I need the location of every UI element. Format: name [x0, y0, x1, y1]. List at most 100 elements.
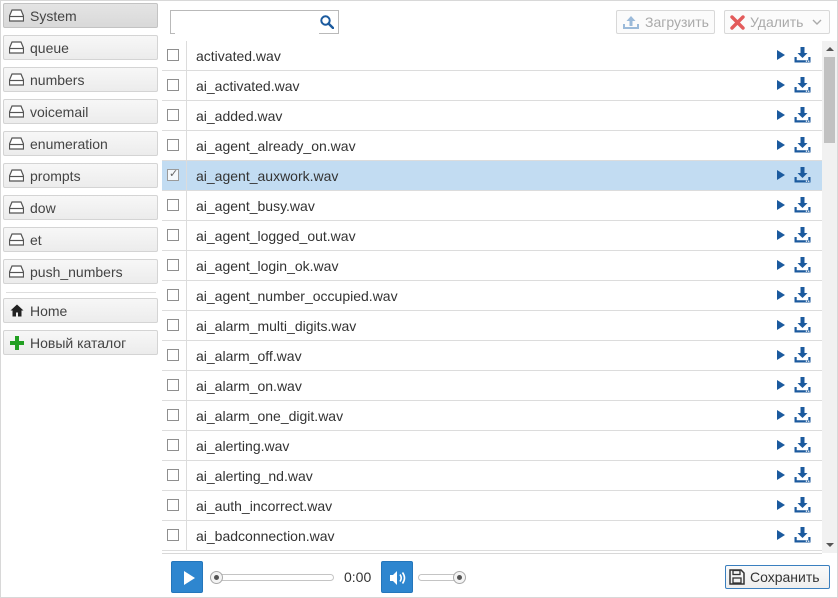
play-icon[interactable]: [777, 200, 785, 210]
table-row[interactable]: ai_agent_login_ok.wav: [162, 251, 822, 281]
download-icon[interactable]: [794, 107, 811, 126]
play-icon[interactable]: [777, 170, 785, 180]
search-icon[interactable]: [320, 15, 335, 32]
play-icon[interactable]: [777, 110, 785, 120]
row-checkbox[interactable]: [167, 529, 179, 541]
download-icon[interactable]: [794, 257, 811, 276]
download-icon[interactable]: [794, 227, 811, 246]
download-icon[interactable]: [794, 377, 811, 396]
volume-button[interactable]: [381, 561, 413, 593]
seek-slider[interactable]: [210, 574, 334, 581]
table-row[interactable]: ai_agent_busy.wav: [162, 191, 822, 221]
row-checkbox[interactable]: ✓: [167, 168, 179, 181]
row-checkbox[interactable]: [167, 229, 179, 241]
table-row[interactable]: ai_alarm_off.wav: [162, 341, 822, 371]
play-icon[interactable]: [777, 410, 785, 420]
download-icon[interactable]: [794, 407, 811, 426]
drive-icon: [9, 265, 24, 279]
table-row[interactable]: ai_alarm_on.wav: [162, 371, 822, 401]
table-row[interactable]: activated.wav: [162, 41, 822, 71]
download-icon[interactable]: [794, 77, 811, 96]
download-icon[interactable]: [794, 467, 811, 486]
folder-prompts[interactable]: prompts: [3, 163, 158, 188]
row-checkbox[interactable]: [167, 49, 179, 61]
scroll-thumb[interactable]: [824, 57, 835, 143]
file-name: ai_agent_auxwork.wav: [196, 168, 339, 184]
row-checkbox[interactable]: [167, 199, 179, 211]
delete-button[interactable]: Удалить: [724, 10, 830, 34]
play-button[interactable]: [171, 561, 203, 593]
table-row[interactable]: ai_added.wav: [162, 101, 822, 131]
play-icon[interactable]: [777, 530, 785, 540]
new-folder-button[interactable]: Новый каталог: [3, 330, 158, 355]
table-row[interactable]: ai_alerting.wav: [162, 431, 822, 461]
folder-enumeration[interactable]: enumeration: [3, 131, 158, 156]
row-checkbox[interactable]: [167, 469, 179, 481]
row-checkbox[interactable]: [167, 109, 179, 121]
play-icon[interactable]: [777, 440, 785, 450]
download-icon[interactable]: [794, 497, 811, 516]
table-row[interactable]: ai_agent_number_occupied.wav: [162, 281, 822, 311]
row-checkbox[interactable]: [167, 349, 179, 361]
play-icon[interactable]: [777, 50, 785, 60]
volume-handle[interactable]: [453, 571, 466, 584]
play-icon[interactable]: [777, 470, 785, 480]
table-row[interactable]: ai_agent_logged_out.wav: [162, 221, 822, 251]
folder-dow[interactable]: dow: [3, 195, 158, 220]
table-row[interactable]: ai_alarm_multi_digits.wav: [162, 311, 822, 341]
home-button[interactable]: Home: [3, 298, 158, 323]
download-icon[interactable]: [794, 137, 811, 156]
column-divider: [186, 341, 187, 370]
row-checkbox[interactable]: [167, 289, 179, 301]
download-icon[interactable]: [794, 527, 811, 546]
download-icon[interactable]: [794, 47, 811, 66]
file-name: ai_alerting.wav: [196, 438, 290, 454]
download-icon[interactable]: [794, 287, 811, 306]
download-icon[interactable]: [794, 167, 811, 186]
play-icon[interactable]: [777, 80, 785, 90]
table-row[interactable]: ai_badconnection.wav: [162, 521, 822, 551]
table-row[interactable]: ai_auth_incorrect.wav: [162, 491, 822, 521]
download-icon[interactable]: [794, 347, 811, 366]
download-icon[interactable]: [794, 437, 811, 456]
download-icon[interactable]: [794, 197, 811, 216]
play-icon[interactable]: [777, 140, 785, 150]
row-checkbox[interactable]: [167, 319, 179, 331]
play-icon[interactable]: [777, 500, 785, 510]
folder-voicemail[interactable]: voicemail: [3, 99, 158, 124]
table-row[interactable]: ai_activated.wav: [162, 71, 822, 101]
folder-queue[interactable]: queue: [3, 35, 158, 60]
row-checkbox[interactable]: [167, 379, 179, 391]
scroll-up-arrow[interactable]: [826, 47, 834, 51]
play-icon[interactable]: [777, 260, 785, 270]
row-checkbox[interactable]: [167, 439, 179, 451]
row-checkbox[interactable]: [167, 259, 179, 271]
seek-handle[interactable]: [210, 571, 223, 584]
folder-numbers[interactable]: numbers: [3, 67, 158, 92]
scroll-down-arrow[interactable]: [826, 543, 834, 547]
search-input[interactable]: [175, 12, 319, 34]
play-icon[interactable]: [777, 320, 785, 330]
row-checkbox[interactable]: [167, 139, 179, 151]
folder-et[interactable]: et: [3, 227, 158, 252]
table-row[interactable]: ai_alerting_nd.wav: [162, 461, 822, 491]
vertical-scrollbar[interactable]: [822, 41, 837, 553]
download-icon[interactable]: [794, 317, 811, 336]
chevron-down-icon[interactable]: [812, 19, 822, 26]
playback-time: 0:00: [344, 569, 372, 585]
play-icon[interactable]: [777, 350, 785, 360]
row-checkbox[interactable]: [167, 499, 179, 511]
folder-system[interactable]: System: [3, 3, 158, 28]
table-row[interactable]: ai_agent_already_on.wav: [162, 131, 822, 161]
row-checkbox[interactable]: [167, 409, 179, 421]
play-icon[interactable]: [777, 380, 785, 390]
upload-button[interactable]: Загрузить: [616, 10, 715, 34]
save-button[interactable]: Сохранить: [725, 565, 830, 589]
play-icon[interactable]: [777, 290, 785, 300]
column-divider: [186, 461, 187, 490]
row-checkbox[interactable]: [167, 79, 179, 91]
table-row[interactable]: ai_alarm_one_digit.wav: [162, 401, 822, 431]
folder-push-numbers[interactable]: push_numbers: [3, 259, 158, 284]
table-row[interactable]: ✓ ai_agent_auxwork.wav: [162, 161, 822, 191]
play-icon[interactable]: [777, 230, 785, 240]
